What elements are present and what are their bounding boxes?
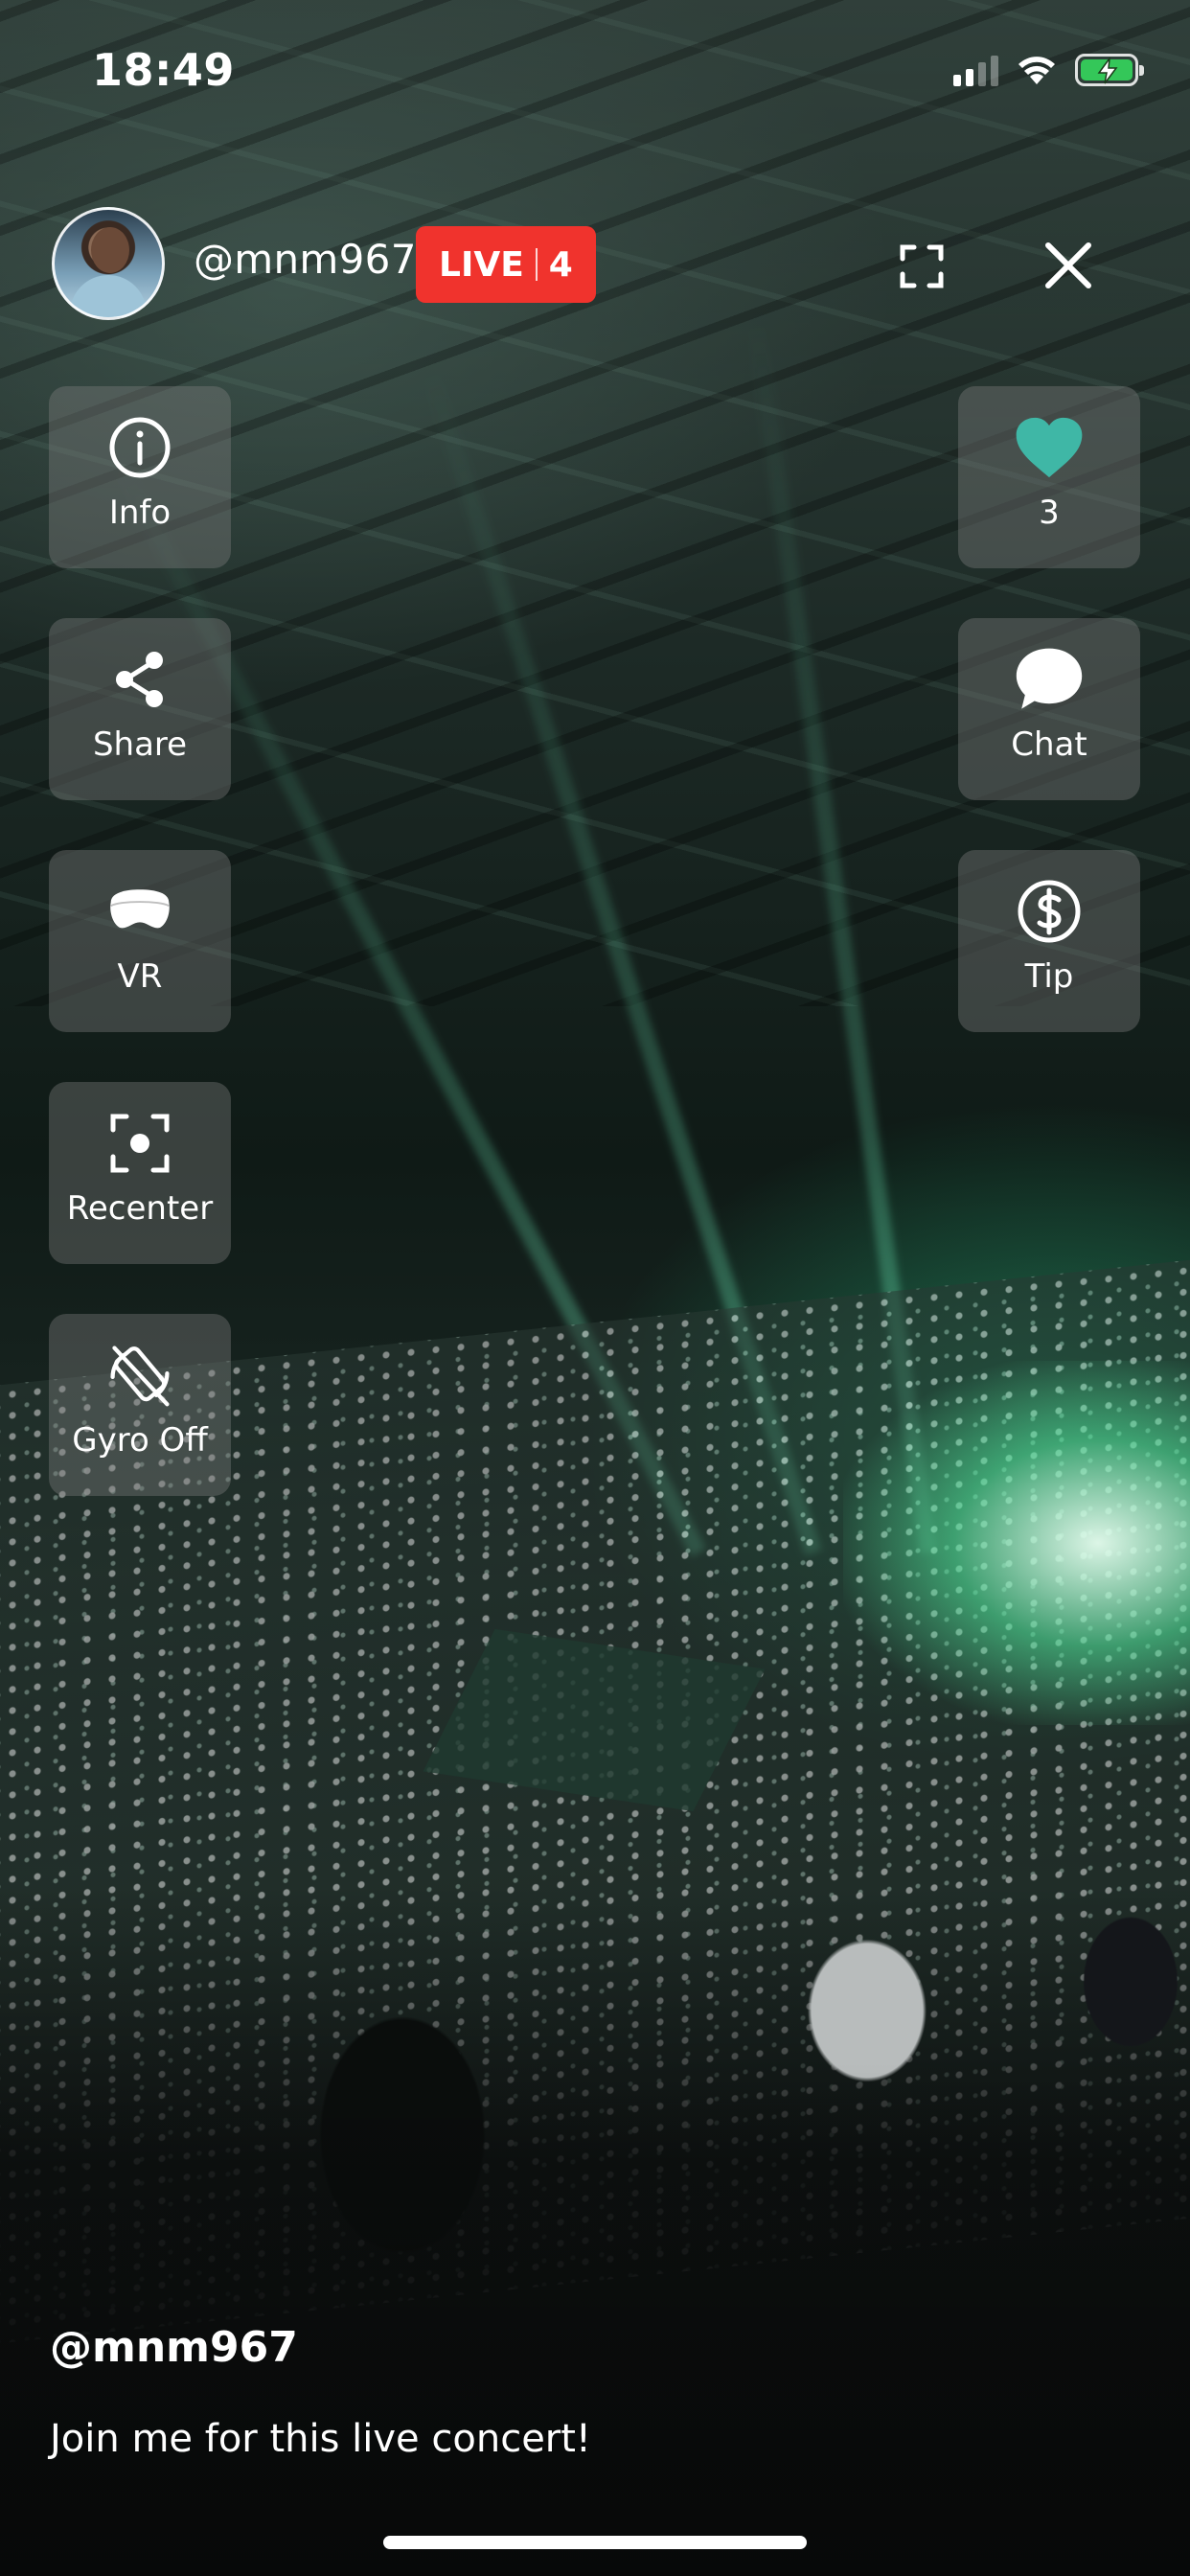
close-icon	[1045, 242, 1091, 288]
close-button[interactable]	[1042, 240, 1094, 291]
share-label: Share	[92, 725, 188, 764]
info-icon	[105, 413, 174, 482]
recenter-label: Recenter	[66, 1189, 214, 1228]
recenter-icon	[105, 1109, 174, 1178]
chat-button[interactable]: Chat	[958, 618, 1140, 800]
gyro-label: Gyro Off	[72, 1421, 208, 1460]
status-time: 18:49	[92, 44, 235, 96]
vr-button[interactable]: VR	[49, 850, 231, 1032]
recenter-button[interactable]: Recenter	[49, 1082, 231, 1264]
wifi-icon	[1018, 57, 1055, 84]
gyro-toggle-button[interactable]: Gyro Off	[49, 1314, 231, 1496]
vr-headset-icon	[105, 877, 174, 946]
fullscreen-button[interactable]	[899, 243, 945, 289]
viewer-count: 4	[548, 244, 573, 285]
info-button[interactable]: Info	[49, 386, 231, 568]
share-icon	[105, 645, 174, 714]
home-indicator[interactable]	[383, 2536, 807, 2549]
chat-bubble-icon	[1015, 645, 1084, 714]
streamer-handle[interactable]: @mnm967	[194, 236, 417, 283]
battery-charging-icon	[1075, 54, 1144, 86]
status-bar: 18:49	[0, 0, 1190, 144]
caption-text: Join me for this live concert!	[50, 2417, 591, 2461]
like-button[interactable]: 3	[958, 386, 1140, 568]
signal-icon	[953, 54, 998, 86]
like-count: 3	[1039, 494, 1060, 532]
gyro-off-icon	[105, 1341, 174, 1410]
fullscreen-icon	[900, 244, 944, 288]
tip-label: Tip	[1024, 957, 1074, 996]
streamer-avatar[interactable]	[52, 207, 165, 320]
info-label: Info	[108, 494, 172, 532]
live-badge: LIVE 4	[416, 226, 596, 303]
heart-icon	[1015, 413, 1084, 482]
chat-label: Chat	[1011, 725, 1087, 764]
caption-handle[interactable]: @mnm967	[50, 2323, 298, 2372]
live-label: LIVE	[439, 244, 524, 285]
status-icons	[953, 54, 1144, 86]
tip-button[interactable]: Tip	[958, 850, 1140, 1032]
vr-label: VR	[117, 957, 163, 996]
dollar-coin-icon	[1015, 877, 1084, 946]
share-button[interactable]: Share	[49, 618, 231, 800]
live-separator	[535, 248, 538, 281]
